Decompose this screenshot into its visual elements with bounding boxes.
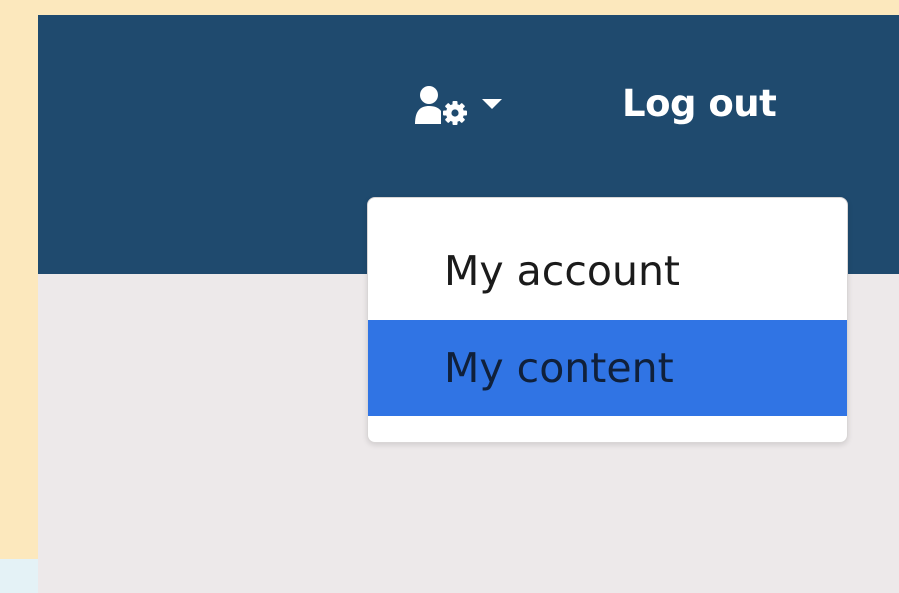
user-menu-toggle[interactable]: [413, 80, 529, 128]
top-accent-strip: [38, 0, 899, 15]
dropdown-item-my-content[interactable]: My content: [368, 320, 847, 416]
user-gear-icon: [413, 80, 471, 128]
page: Log out My account My content: [0, 0, 899, 593]
left-accent-strip: [0, 0, 38, 559]
left-accent-strip-bottom: [0, 559, 38, 593]
user-dropdown-menu: My account My content: [367, 197, 848, 443]
caret-down-icon: [481, 97, 503, 111]
logout-link[interactable]: Log out: [622, 78, 777, 130]
dropdown-item-my-account[interactable]: My account: [368, 223, 847, 319]
